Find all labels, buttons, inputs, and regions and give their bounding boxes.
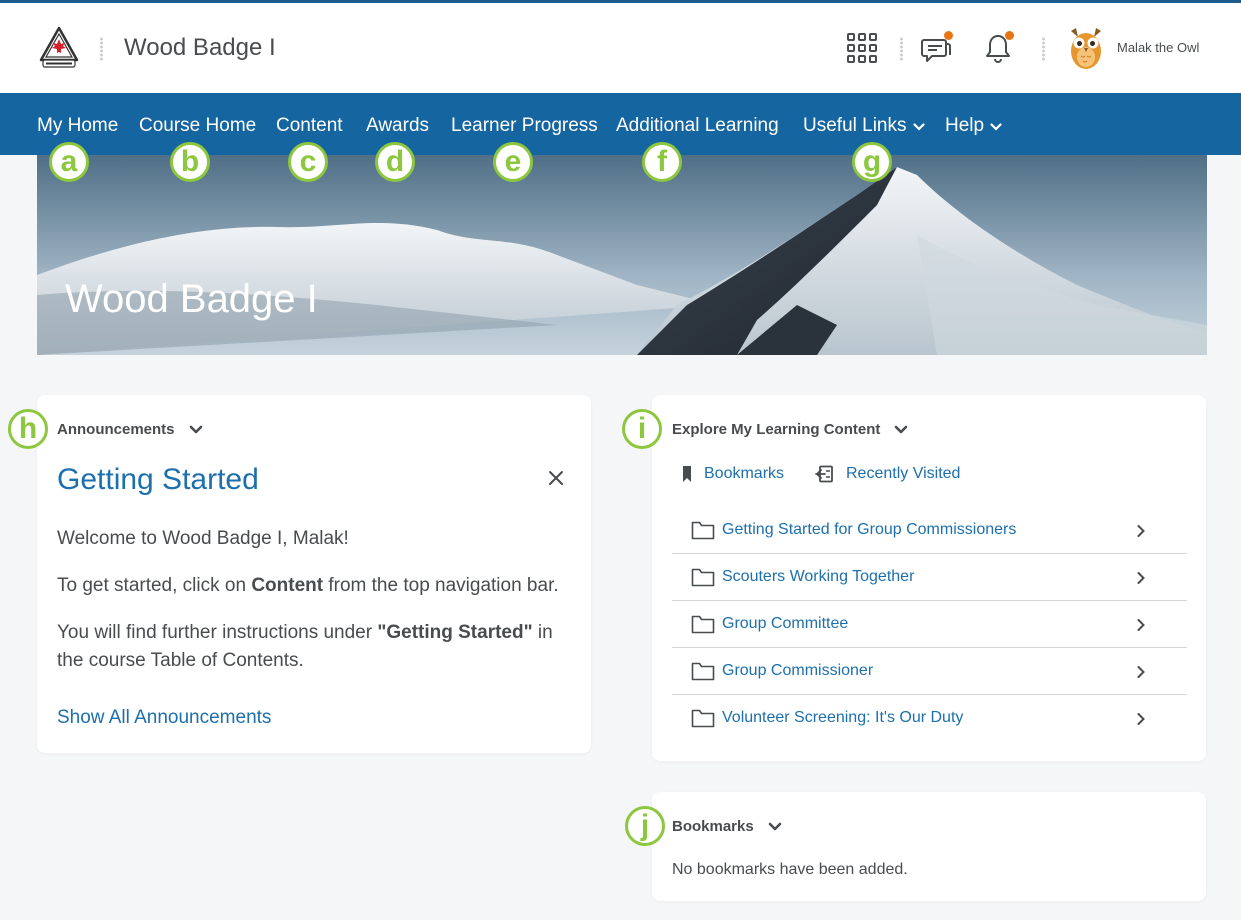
module-title: Group Committee [722,615,849,632]
link-label: Bookmarks [704,465,785,482]
nav-label: Learner Progress [451,115,598,136]
nav-label: My Home [37,115,119,136]
apps-grid-icon[interactable] [845,31,879,65]
nav-my-home[interactable]: My Home [37,115,118,137]
annotation-marker: j [625,806,665,846]
user-name[interactable]: Malak the Owl [1117,40,1199,55]
module-title: Scouters Working Together [722,568,915,585]
module-title: Group Commissioner [722,662,874,679]
course-banner: Wood Badge I [37,155,1207,355]
banner-title: Wood Badge I [65,277,318,321]
widget-header: Explore My Learning Content [672,421,908,438]
explore-content-widget: Explore My Learning Content Bookmarks Re… [652,395,1206,761]
bookmark-icon [683,466,691,482]
announcement-line: To get started, click on [57,575,252,596]
mountain-banner-image [37,155,1207,355]
module-item[interactable]: Volunteer Screening: It's Our Duty [672,695,1187,742]
annotation-marker: g [852,142,892,182]
site-header: Wood Badge I Malak the Owl [0,3,1241,93]
nav-label: Course Home [139,115,257,136]
header-divider [100,37,103,61]
bookmarks-widget: Bookmarks No bookmarks have been added. [652,792,1206,901]
announcement-heading[interactable]: Getting Started [57,463,259,497]
site-title[interactable]: Wood Badge I [124,34,276,62]
nav-course-home[interactable]: Course Home [139,115,256,137]
announcement-bold: "Getting Started" [377,622,533,643]
empty-bookmarks-text: No bookmarks have been added. [672,861,908,878]
annotation-marker: b [170,142,210,182]
announcement-line: You will find further instructions under [57,622,378,643]
module-title: Getting Started for Group Commissioners [722,521,1017,538]
announcement-line: Welcome to Wood Badge I, Malak! [57,528,349,549]
widget-title: Bookmarks [672,818,754,835]
header-divider [900,37,903,61]
chevron-right-icon [1137,666,1145,678]
collapse-chevron-icon[interactable] [189,425,203,434]
nav-label: Help [945,115,985,136]
announcement-text: Welcome to Wood Badge I, Malak! [57,525,349,553]
module-item[interactable]: Group Committee [672,601,1187,648]
announcement-text: To get started, click on Content from th… [57,572,559,600]
annotation-marker: a [49,142,89,182]
announcement-text: You will find further instructions under… [57,619,553,647]
chevron-down-icon [912,123,925,131]
announcement-text: the course Table of Contents. [57,647,304,675]
owl-avatar[interactable] [1067,25,1105,71]
widget-title: Announcements [57,421,175,438]
header-divider [1042,37,1045,61]
announcement-line: from the top navigation bar. [323,575,559,596]
nav-content[interactable]: Content [276,115,343,137]
annotation-marker: e [493,142,533,182]
folder-icon [691,568,715,587]
chevron-right-icon [1137,572,1145,584]
nav-label: Additional Learning [616,115,779,136]
folder-icon [691,709,715,728]
chevron-down-icon [990,123,1002,131]
announcements-widget: Announcements Getting Started Welcome to… [37,395,591,753]
chevron-right-icon [1137,619,1145,631]
nav-useful-links[interactable]: Useful Links [803,115,925,137]
show-all-announcements-link[interactable]: Show All Announcements [57,707,271,729]
annotation-marker: i [622,409,662,449]
module-item[interactable]: Group Commissioner [672,648,1187,695]
folder-icon [691,521,715,540]
nav-help[interactable]: Help [945,115,1002,137]
nav-learner-progress[interactable]: Learner Progress [451,115,598,137]
chevron-right-icon [1137,525,1145,537]
annotation-marker: f [642,142,682,182]
folder-icon [691,662,715,681]
recently-visited-icon [815,465,833,483]
recently-visited-link[interactable]: Recently Visited [814,465,960,483]
annotation-marker: c [288,142,328,182]
module-item[interactable]: Getting Started for Group Commissioners [672,507,1187,554]
collapse-chevron-icon[interactable] [768,822,782,831]
bookmarks-link[interactable]: Bookmarks [682,465,784,483]
announcement-bold: Content [251,575,324,596]
nav-additional-learning[interactable]: Additional Learning [616,115,779,137]
nav-label: Content [276,115,343,136]
annotation-marker: h [8,409,48,449]
scouts-canada-logo[interactable] [38,26,80,70]
nav-label: Awards [366,115,430,136]
widget-title: Explore My Learning Content [672,421,881,438]
link-label: Recently Visited [846,465,961,482]
collapse-chevron-icon[interactable] [894,425,908,434]
folder-icon [691,615,715,634]
widget-header: Announcements [57,421,203,438]
announcement-line: the course Table of Contents. [57,650,304,671]
notification-alert-dot [1005,31,1014,40]
annotation-marker: d [375,142,415,182]
close-icon[interactable] [545,467,567,489]
nav-awards[interactable]: Awards [366,115,429,137]
message-alert-dot [944,31,953,40]
widget-header: Bookmarks [672,818,782,835]
nav-label: Useful Links [803,115,907,136]
announcement-line: in [532,622,553,643]
chevron-right-icon [1137,713,1145,725]
module-title: Volunteer Screening: It's Our Duty [722,709,964,726]
module-item[interactable]: Scouters Working Together [672,554,1187,601]
